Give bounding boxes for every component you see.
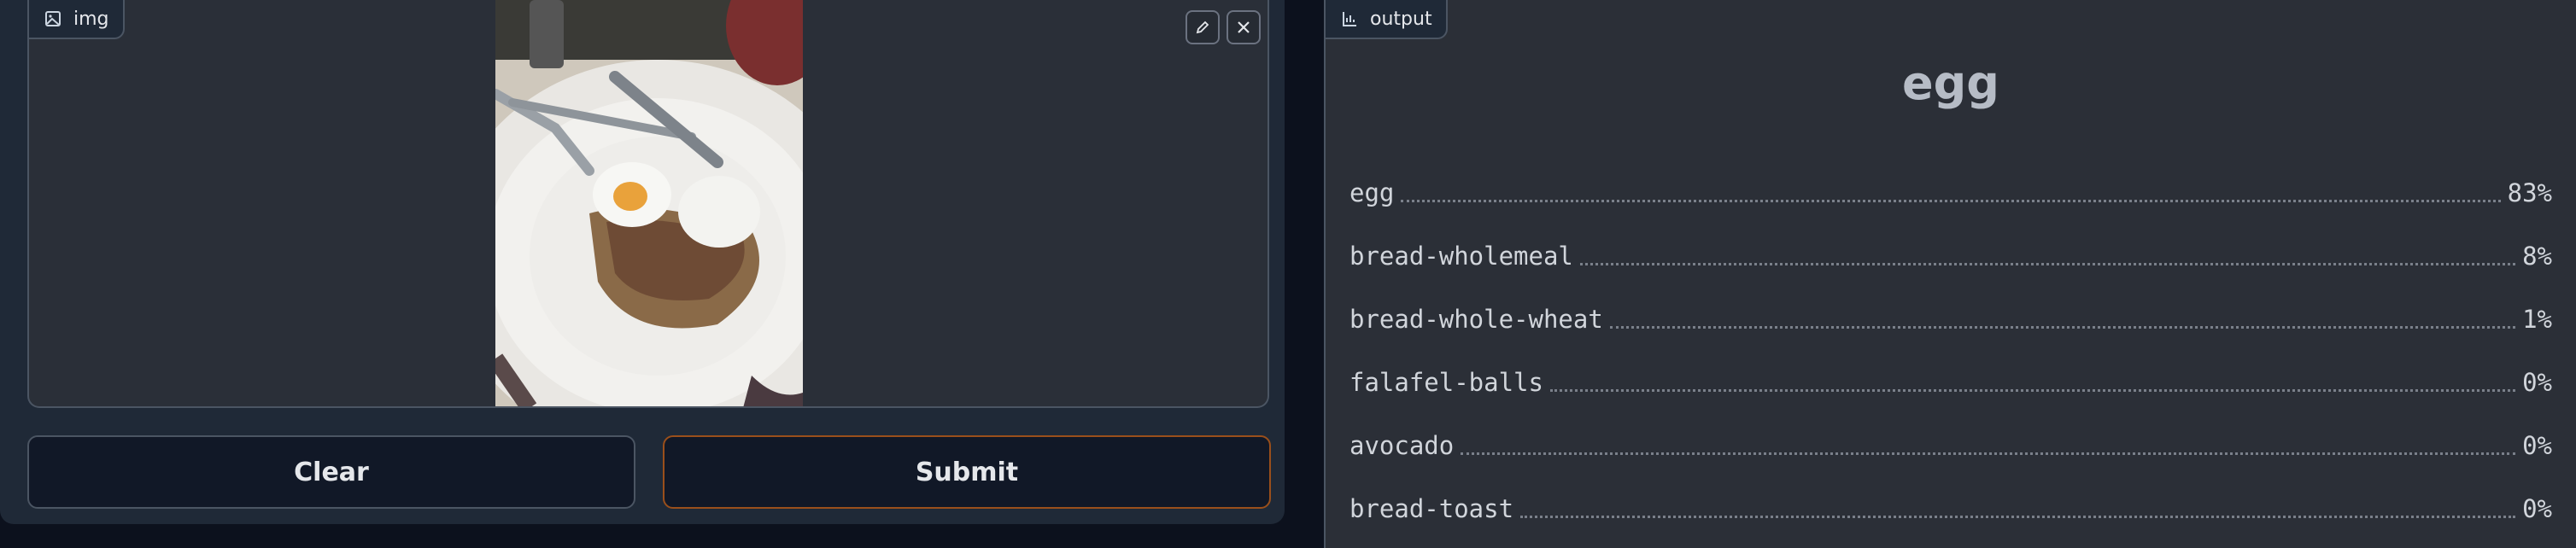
confidence-label: bread-wholemeal [1349,242,1573,271]
dotted-leader [1461,452,2516,455]
image-icon [44,10,61,27]
confidence-value: 0% [2522,431,2552,460]
confidence-row[interactable]: falafel-balls 0% [1349,365,2552,399]
uploaded-photo [495,0,803,406]
image-panel-label: img [29,0,125,39]
image-panel-label-text: img [73,8,109,30]
output-panel-label: output [1326,0,1448,39]
dotted-leader [1520,515,2516,518]
image-input-panel[interactable]: img [27,0,1269,408]
confidence-label: falafel-balls [1349,368,1543,397]
predicted-label: egg [1902,56,1999,110]
confidence-row[interactable]: egg 83% [1349,176,2552,210]
clear-button[interactable]: Clear [27,435,635,509]
confidence-value: 8% [2522,242,2552,271]
dotted-leader [1401,199,2501,202]
confidence-value: 0% [2522,494,2552,523]
confidence-row[interactable]: bread-wholemeal 8% [1349,239,2552,273]
edit-icon[interactable] [1186,10,1220,44]
output-panel: output egg egg 83% bread-wholemeal 8% br… [1324,0,2576,548]
dotted-leader [1549,388,2516,392]
dotted-leader [1609,325,2516,329]
confidence-row[interactable]: avocado 0% [1349,428,2552,463]
close-icon[interactable] [1227,10,1261,44]
output-panel-label-text: output [1370,8,1432,30]
confidence-label: bread-toast [1349,494,1514,523]
dotted-leader [1579,262,2516,265]
confidence-label: avocado [1349,431,1455,460]
confidence-value: 1% [2522,305,2552,334]
input-column: img Clear Submit [0,0,1285,524]
confidence-row[interactable]: bread-toast 0% [1349,492,2552,526]
bar-chart-icon [1341,10,1358,27]
confidence-row[interactable]: bread-whole-wheat 1% [1349,302,2552,336]
confidence-value: 83% [2507,178,2552,207]
submit-button[interactable]: Submit [663,435,1271,509]
confidence-label: bread-whole-wheat [1349,305,1603,334]
confidence-label: egg [1349,178,1395,207]
confidence-value: 0% [2522,368,2552,397]
